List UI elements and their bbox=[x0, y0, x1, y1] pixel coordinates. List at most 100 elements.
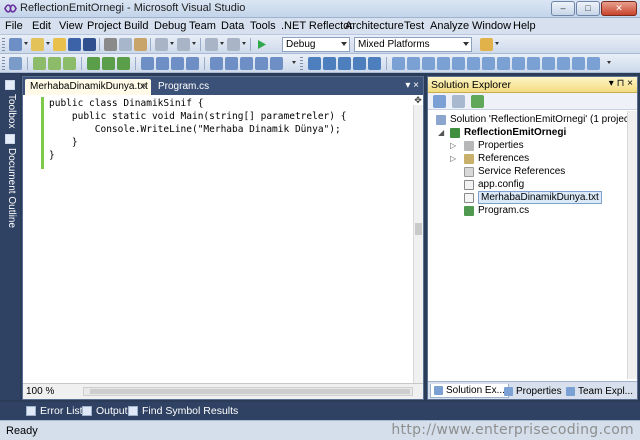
tree-item-service-references[interactable]: Service References bbox=[464, 165, 565, 178]
step-over-icon[interactable] bbox=[48, 57, 61, 70]
tab-find-symbol-results[interactable]: Find Symbol Results bbox=[128, 405, 238, 417]
tab-strip-controls[interactable]: ▾ × bbox=[405, 80, 419, 91]
scrollbar-thumb[interactable] bbox=[90, 389, 410, 394]
word-wrap-icon[interactable] bbox=[117, 57, 130, 70]
scrollbar-thumb[interactable] bbox=[415, 223, 422, 235]
vertical-scrollbar[interactable] bbox=[627, 111, 637, 379]
menu-project[interactable]: Project bbox=[87, 20, 121, 32]
increase-indent-icon[interactable] bbox=[156, 57, 169, 70]
previous-bookmark-in-folder-icon[interactable] bbox=[255, 57, 268, 70]
collapse-arrow-icon[interactable]: ◢ bbox=[438, 128, 444, 137]
close-button[interactable]: ✕ bbox=[601, 1, 637, 16]
tab-merhaba-dinamik-dunya[interactable]: MerhabaDinamikDunya.txt × bbox=[25, 79, 151, 95]
cut-icon[interactable] bbox=[104, 38, 117, 51]
properties-icon[interactable] bbox=[433, 95, 446, 108]
find-in-files-icon[interactable] bbox=[480, 38, 493, 51]
toolbar-grip[interactable] bbox=[2, 38, 5, 51]
chevron-down-icon[interactable] bbox=[607, 61, 611, 64]
new-project-icon[interactable] bbox=[9, 38, 22, 51]
chevron-down-icon[interactable] bbox=[242, 42, 246, 45]
menu-team[interactable]: Team bbox=[189, 20, 216, 32]
team-explorer-icon[interactable] bbox=[497, 57, 510, 70]
save-icon[interactable] bbox=[68, 38, 81, 51]
copy-icon[interactable] bbox=[119, 38, 132, 51]
chevron-down-icon[interactable] bbox=[24, 42, 28, 45]
menu-window[interactable]: Window bbox=[472, 20, 511, 32]
decrease-indent-icon[interactable] bbox=[141, 57, 154, 70]
menu-file[interactable]: File bbox=[5, 20, 23, 32]
watch-icon[interactable] bbox=[338, 57, 351, 70]
tree-item-properties[interactable]: Properties bbox=[464, 139, 524, 152]
chevron-down-icon[interactable] bbox=[495, 42, 499, 45]
menu-help[interactable]: Help bbox=[513, 20, 536, 32]
undo-icon[interactable] bbox=[155, 38, 168, 51]
open-file-icon[interactable] bbox=[53, 38, 66, 51]
output-window-icon[interactable] bbox=[527, 57, 540, 70]
save-all-icon[interactable] bbox=[83, 38, 96, 51]
comment-lines-icon[interactable] bbox=[171, 57, 184, 70]
show-all-files-icon[interactable] bbox=[452, 95, 465, 108]
menu-analyze[interactable]: Analyze bbox=[430, 20, 469, 32]
locals-icon[interactable] bbox=[353, 57, 366, 70]
menu-view[interactable]: View bbox=[59, 20, 83, 32]
tab-program-cs[interactable]: Program.cs bbox=[153, 79, 214, 95]
breakpoints-icon[interactable] bbox=[323, 57, 336, 70]
solution-tree[interactable]: Solution 'ReflectionEmitOrnegi' (1 proje… bbox=[428, 111, 637, 379]
zoom-level[interactable]: 100 % bbox=[26, 386, 54, 397]
toolbar-grip[interactable] bbox=[300, 57, 303, 70]
vertical-scrollbar[interactable] bbox=[413, 95, 423, 383]
properties-window-icon[interactable] bbox=[407, 57, 420, 70]
menu-net-reflector[interactable]: .NET Reflector bbox=[281, 20, 353, 32]
code-editor[interactable]: public class DinamikSinif { public stati… bbox=[23, 95, 415, 383]
minimize-button[interactable]: – bbox=[551, 1, 575, 16]
redo-icon[interactable] bbox=[177, 38, 190, 51]
document-outline-icon[interactable] bbox=[5, 134, 15, 144]
navigate-backward-icon[interactable] bbox=[205, 38, 218, 51]
server-explorer-icon[interactable] bbox=[482, 57, 495, 70]
task-list-icon[interactable] bbox=[542, 57, 555, 70]
debug-window-icon[interactable] bbox=[308, 57, 321, 70]
chevron-down-icon[interactable] bbox=[220, 42, 224, 45]
code-text[interactable]: public class DinamikSinif { public stati… bbox=[49, 97, 346, 162]
tree-item-references[interactable]: References bbox=[464, 152, 529, 165]
maximize-button[interactable]: □ bbox=[576, 1, 600, 16]
start-debugging-icon[interactable] bbox=[255, 38, 268, 51]
tab-solution-explorer[interactable]: Solution Ex... bbox=[430, 384, 509, 398]
panel-controls[interactable]: ▾ ⊓ × bbox=[609, 78, 633, 89]
tab-team-explorer[interactable]: Team Expl... bbox=[566, 384, 633, 398]
step-into-icon[interactable] bbox=[33, 57, 46, 70]
solution-configuration-combo[interactable]: Debug bbox=[282, 37, 350, 52]
toolbar-grip[interactable] bbox=[2, 57, 5, 70]
navigate-forward-icon[interactable] bbox=[227, 38, 240, 51]
menu-test[interactable]: Test bbox=[404, 20, 424, 32]
start-page-icon[interactable] bbox=[452, 57, 465, 70]
menu-build[interactable]: Build bbox=[124, 20, 148, 32]
uncomment-lines-icon[interactable] bbox=[186, 57, 199, 70]
tree-item-merhaba-dinamik-dunya[interactable]: MerhabaDinamikDunya.txt bbox=[464, 191, 602, 204]
toolbox-tab[interactable]: Toolbox bbox=[3, 94, 17, 128]
menu-debug[interactable]: Debug bbox=[154, 20, 186, 32]
document-outline-tab[interactable]: Document Outline bbox=[3, 148, 17, 228]
horizontal-scrollbar[interactable] bbox=[83, 387, 413, 396]
object-browser-icon[interactable] bbox=[422, 57, 435, 70]
class-view-icon[interactable] bbox=[467, 57, 480, 70]
call-stack-icon[interactable] bbox=[368, 57, 381, 70]
tree-item-app-config[interactable]: app.config bbox=[464, 178, 524, 191]
paste-icon[interactable] bbox=[134, 38, 147, 51]
solution-explorer-icon[interactable] bbox=[392, 57, 405, 70]
step-out-icon[interactable] bbox=[63, 57, 76, 70]
next-bookmark-in-folder-icon[interactable] bbox=[270, 57, 283, 70]
next-bookmark-icon[interactable] bbox=[240, 57, 253, 70]
tree-item-project[interactable]: ReflectionEmitOrnegi bbox=[450, 126, 566, 139]
tab-error-list[interactable]: Error List bbox=[26, 405, 83, 417]
toolbox-icon[interactable] bbox=[437, 57, 450, 70]
expand-arrow-icon[interactable]: ▷ bbox=[450, 154, 456, 163]
reflector-icon[interactable] bbox=[587, 57, 600, 70]
refresh-icon[interactable] bbox=[471, 95, 484, 108]
chevron-down-icon[interactable] bbox=[292, 61, 296, 64]
menu-edit[interactable]: Edit bbox=[32, 20, 51, 32]
solution-platform-combo[interactable]: Mixed Platforms bbox=[354, 37, 472, 52]
tab-output[interactable]: Output bbox=[82, 405, 128, 417]
close-tab-icon[interactable]: × bbox=[141, 81, 147, 92]
extension-manager-icon[interactable] bbox=[572, 57, 585, 70]
